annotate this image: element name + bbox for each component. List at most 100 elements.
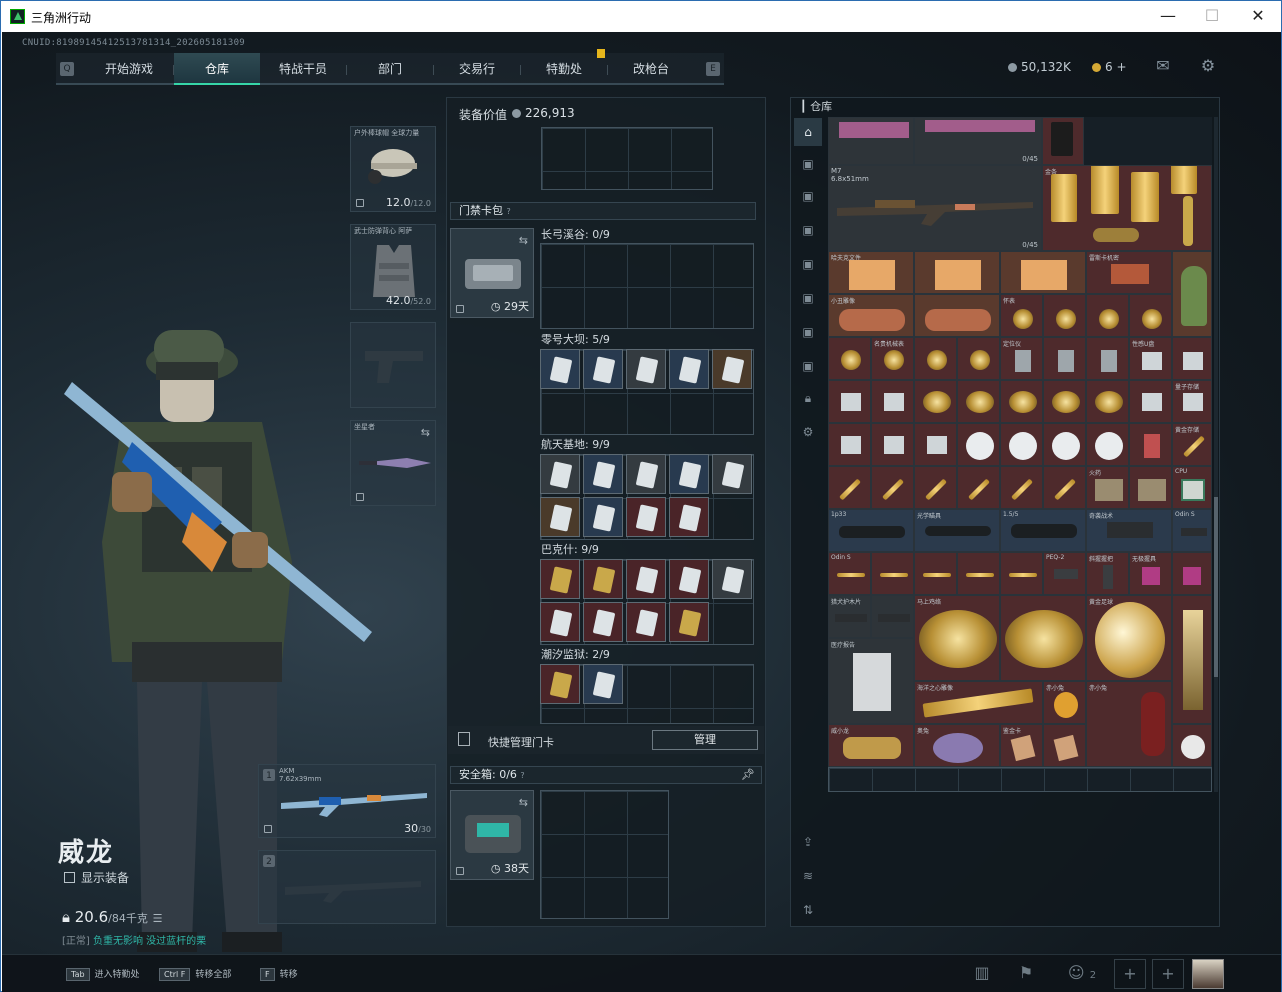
keycard-item[interactable]: [583, 454, 623, 494]
stash-gold-box[interactable]: [957, 380, 1000, 423]
stash-scope[interactable]: 1p33: [828, 509, 914, 552]
stash-gold-box[interactable]: [1043, 380, 1086, 423]
keycard-item[interactable]: [626, 349, 666, 389]
stash-gold-item[interactable]: [828, 466, 871, 509]
stash-golden-relic[interactable]: [1000, 595, 1086, 681]
stash-tab-1-icon[interactable]: ▣: [794, 150, 822, 178]
keycard-item[interactable]: [669, 454, 709, 494]
stash-odin[interactable]: [871, 552, 914, 595]
keycard-item[interactable]: [669, 559, 709, 599]
stash-gunpowder[interactable]: [1129, 466, 1172, 509]
stash-weilong-figure[interactable]: 威小龙: [828, 724, 914, 767]
add-squad-button[interactable]: +: [1152, 959, 1184, 989]
stash-gold-item[interactable]: [1000, 466, 1043, 509]
stash-mech-watch[interactable]: 名贵机械表: [871, 337, 914, 380]
stash-disk[interactable]: [957, 423, 1000, 466]
swap-icon[interactable]: ⇆: [421, 426, 430, 439]
manage-button[interactable]: 管理: [652, 730, 758, 750]
keycard-item[interactable]: [583, 497, 623, 537]
stash-quantum[interactable]: 量子存储: [1172, 380, 1212, 423]
keycard-case[interactable]: ⇆ ◷ 29天: [450, 228, 534, 318]
scroll-thumb[interactable]: [1214, 497, 1218, 677]
tab-gunsmith[interactable]: 改枪台: [608, 53, 694, 85]
sort-icon[interactable]: ⇅: [794, 896, 822, 924]
keycard-item[interactable]: [669, 349, 709, 389]
stash-gold-item[interactable]: [1043, 466, 1086, 509]
stash-gold-item[interactable]: [871, 466, 914, 509]
stash-gold-item[interactable]: [957, 466, 1000, 509]
stash-gold-box[interactable]: [1000, 380, 1043, 423]
keycard-item[interactable]: [626, 497, 666, 537]
hint-enter-special-ops[interactable]: Tab 进入特勤处: [66, 967, 140, 981]
stash-gold-box[interactable]: [1086, 380, 1129, 423]
stash-document[interactable]: 雷斯卡机密: [1086, 251, 1172, 294]
stash-handguard[interactable]: [871, 595, 914, 638]
safebox-grid[interactable]: [540, 790, 669, 919]
stash-cpu[interactable]: CPU: [1172, 466, 1212, 509]
stash-card[interactable]: [1043, 724, 1086, 767]
stash-gunpowder[interactable]: 火药: [1086, 466, 1129, 509]
stash-odin[interactable]: Odin S: [828, 552, 871, 595]
stash-odin[interactable]: [1000, 552, 1043, 595]
stash-watch[interactable]: 怀表: [1000, 294, 1043, 337]
stash-gold-box[interactable]: [914, 380, 957, 423]
stash-quantum[interactable]: [871, 423, 914, 466]
stash-gold-item[interactable]: [914, 466, 957, 509]
stash-stock[interactable]: 奇袭战术: [1086, 509, 1172, 552]
stash-settings-icon[interactable]: ⚙: [794, 418, 822, 446]
settings-gear-icon[interactable]: ⚙: [1197, 56, 1219, 76]
tab-warehouse[interactable]: 仓库: [174, 53, 260, 85]
stash-tab-5-icon[interactable]: ▣: [794, 284, 822, 312]
stash-watch[interactable]: [1043, 294, 1086, 337]
stash-figurine[interactable]: 赤小兔: [1043, 681, 1086, 724]
stash-document[interactable]: 哈夫克文件: [828, 251, 914, 294]
stash-quantum[interactable]: [828, 423, 871, 466]
stash-scope[interactable]: 1.5/5: [1000, 509, 1086, 552]
stash-scrollbar[interactable]: [1214, 117, 1218, 792]
stash-locator[interactable]: [1086, 337, 1129, 380]
keycard-item[interactable]: [626, 559, 666, 599]
primary-weapon-slot[interactable]: AKM 7.62x39mm 1 30/30: [258, 764, 436, 838]
stash-card[interactable]: 鉴金卡: [1000, 724, 1043, 767]
tab-start-game[interactable]: 开始游戏: [86, 53, 172, 85]
stash-watch[interactable]: [828, 337, 871, 380]
stash-item[interactable]: [1042, 117, 1084, 165]
keycard-item[interactable]: [540, 559, 580, 599]
stash-rabbit[interactable]: 奥兔: [914, 724, 1000, 767]
show-equipment-toggle[interactable]: 显示装备: [64, 869, 129, 886]
stash-usb[interactable]: [1129, 380, 1172, 423]
keycard-item[interactable]: [583, 349, 623, 389]
tab-operators[interactable]: 特战干员: [260, 53, 346, 85]
swap-icon[interactable]: ⇆: [519, 234, 528, 247]
stash-tab-2-icon[interactable]: ▣: [794, 182, 822, 210]
stash-handguard[interactable]: 猎犬护木片: [828, 595, 871, 638]
stash-locator[interactable]: 定位仪: [1000, 337, 1043, 380]
backpack-grid-bottom[interactable]: [541, 127, 713, 190]
stash-medal[interactable]: [1129, 423, 1172, 466]
stash-watch[interactable]: [1129, 294, 1172, 337]
stash-golden-football[interactable]: 黄金足球: [1086, 595, 1172, 681]
mail-icon[interactable]: ✉: [1152, 56, 1174, 76]
close-button[interactable]: ✕: [1243, 5, 1273, 27]
stash-grip[interactable]: [1172, 552, 1212, 595]
list-icon[interactable]: ☰: [153, 912, 163, 925]
stash-grip[interactable]: 斜握握把: [1086, 552, 1129, 595]
stash-golden-relic[interactable]: 马上鸡络: [914, 595, 1000, 681]
stash-item[interactable]: 小丑雕像: [828, 294, 914, 337]
stash-trophy[interactable]: [1172, 595, 1212, 724]
add-squad-button[interactable]: +: [1114, 959, 1146, 989]
friends-icon[interactable]: ☺ 2: [1062, 959, 1102, 989]
keycard-item[interactable]: [583, 602, 623, 642]
stash-usb[interactable]: [828, 380, 871, 423]
stash-medical-report[interactable]: 医疗报告: [828, 638, 914, 724]
keycard-item[interactable]: [540, 497, 580, 537]
stash-usb[interactable]: 性感U盘: [1129, 337, 1172, 380]
stash-odin[interactable]: Odin S: [1172, 509, 1212, 552]
locked-tab-icon[interactable]: 🔒︎: [794, 384, 822, 412]
swap-icon[interactable]: ⇆: [519, 796, 528, 809]
secondary-weapon-slot[interactable]: 2: [258, 850, 436, 924]
stash-document[interactable]: [914, 251, 1000, 294]
pistol-slot[interactable]: [350, 322, 436, 408]
checkbox[interactable]: [64, 872, 75, 883]
stash-disk[interactable]: [1086, 423, 1129, 466]
